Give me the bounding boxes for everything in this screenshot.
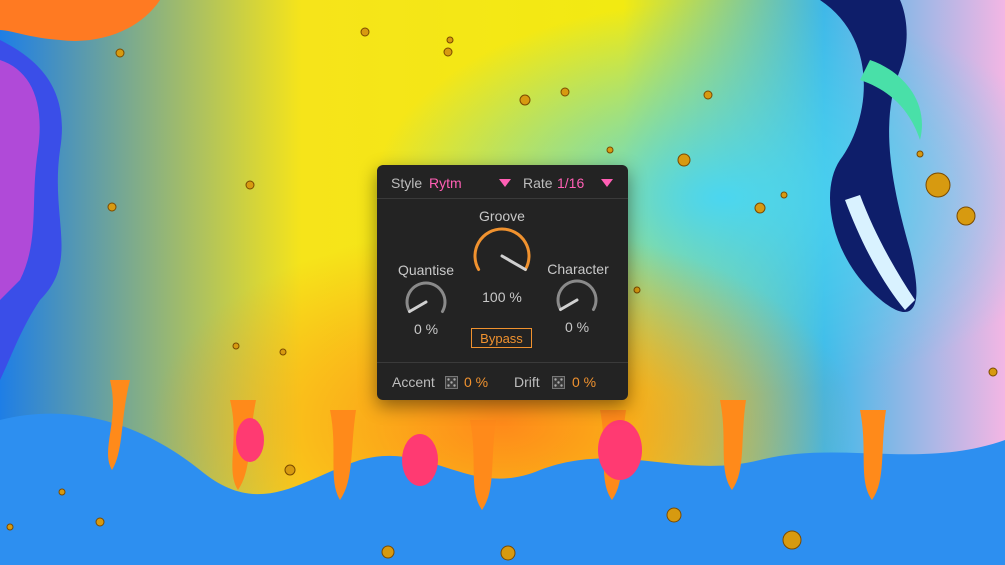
- groove-knob[interactable]: [471, 225, 533, 287]
- drift-label: Drift: [514, 374, 540, 390]
- style-selector[interactable]: Rytm: [429, 175, 462, 191]
- quantise-label: Quantise: [397, 262, 455, 278]
- style-dropdown-arrow-icon[interactable]: [499, 179, 511, 187]
- bypass-button[interactable]: Bypass: [471, 328, 532, 348]
- style-label: Style: [391, 175, 423, 191]
- accent-dice-icon[interactable]: [445, 376, 458, 389]
- character-value: 0 %: [564, 319, 590, 335]
- drift-dice-icon[interactable]: [552, 376, 565, 389]
- quantise-value: 0 %: [413, 321, 439, 337]
- groove-value: 100 %: [482, 289, 522, 305]
- groove-device-panel: Style Rytm Rate 1/16 Groove 100 % Quanti…: [377, 165, 628, 400]
- quantise-knob[interactable]: [403, 279, 449, 325]
- rate-selector[interactable]: 1/16: [557, 175, 584, 191]
- accent-value[interactable]: 0 %: [464, 374, 488, 390]
- bottom-row: Accent 0 % Drift 0 %: [377, 362, 628, 401]
- accent-label: Accent: [392, 374, 435, 390]
- rate-dropdown-arrow-icon[interactable]: [601, 179, 613, 187]
- character-label: Character: [547, 261, 609, 277]
- character-knob[interactable]: [554, 277, 600, 323]
- drift-value[interactable]: 0 %: [572, 374, 596, 390]
- rate-label: Rate: [523, 175, 553, 191]
- top-row: Style Rytm Rate 1/16: [377, 165, 628, 199]
- groove-label: Groove: [479, 208, 525, 224]
